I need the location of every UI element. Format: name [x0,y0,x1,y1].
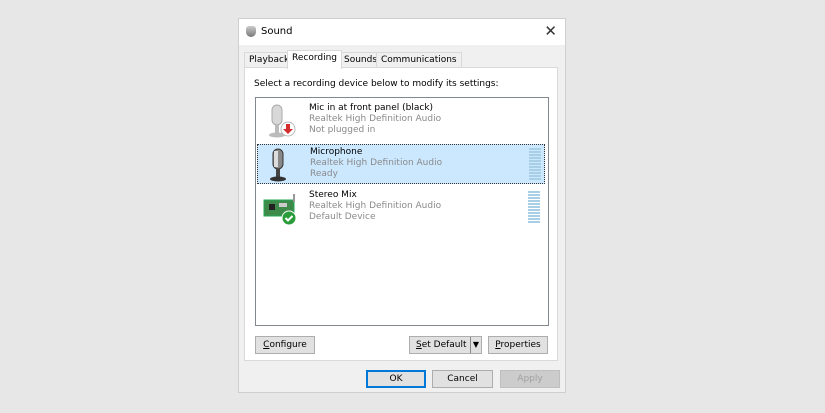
speaker-icon [246,26,256,37]
device-driver: Realtek High Definition Audio [309,114,442,124]
device-list[interactable]: Mic in at front panel (black) Realtek Hig… [255,97,549,326]
cancel-button[interactable]: Cancel [432,370,493,388]
microphone-icon [270,148,286,182]
properties-button[interactable]: Properties [488,336,548,354]
device-name: Microphone [310,147,363,157]
dropdown-arrow-icon[interactable]: ▼ [469,337,479,353]
sound-card-default-icon [263,194,297,225]
tab-recording[interactable]: Recording [287,50,343,69]
device-name: Stereo Mix [309,190,357,200]
configure-button[interactable]: Configure [255,336,315,354]
level-meter [529,148,541,181]
device-status: Default Device [309,212,376,222]
close-icon[interactable]: ✕ [544,22,557,40]
set-default-button[interactable]: Set Default ▼ [409,336,482,354]
device-status: Ready [310,169,338,179]
instruction-text: Select a recording device below to modif… [254,79,499,89]
device-name: Mic in at front panel (black) [309,103,434,113]
sound-dialog: Sound ✕ Playback Recording Sounds Commun… [238,18,566,393]
tab-communications[interactable]: Communications [376,52,462,68]
device-driver: Realtek High Definition Audio [310,158,443,168]
apply-button[interactable]: Apply [500,370,560,388]
device-item[interactable]: Mic in at front panel (black) Realtek Hig… [257,101,545,141]
recording-panel: Select a recording device below to modif… [244,67,558,361]
device-status: Not plugged in [309,125,376,135]
microphone-unplugged-icon [269,104,296,138]
device-item[interactable]: Stereo Mix Realtek High Definition Audio D… [257,188,545,228]
window-title: Sound [261,26,293,37]
device-item-selected[interactable]: Microphone Realtek High Definition Audio R… [257,144,545,184]
device-driver: Realtek High Definition Audio [309,201,442,211]
level-meter [528,191,540,224]
title-bar: Sound ✕ [239,19,565,45]
ok-button[interactable]: OK [366,370,426,388]
